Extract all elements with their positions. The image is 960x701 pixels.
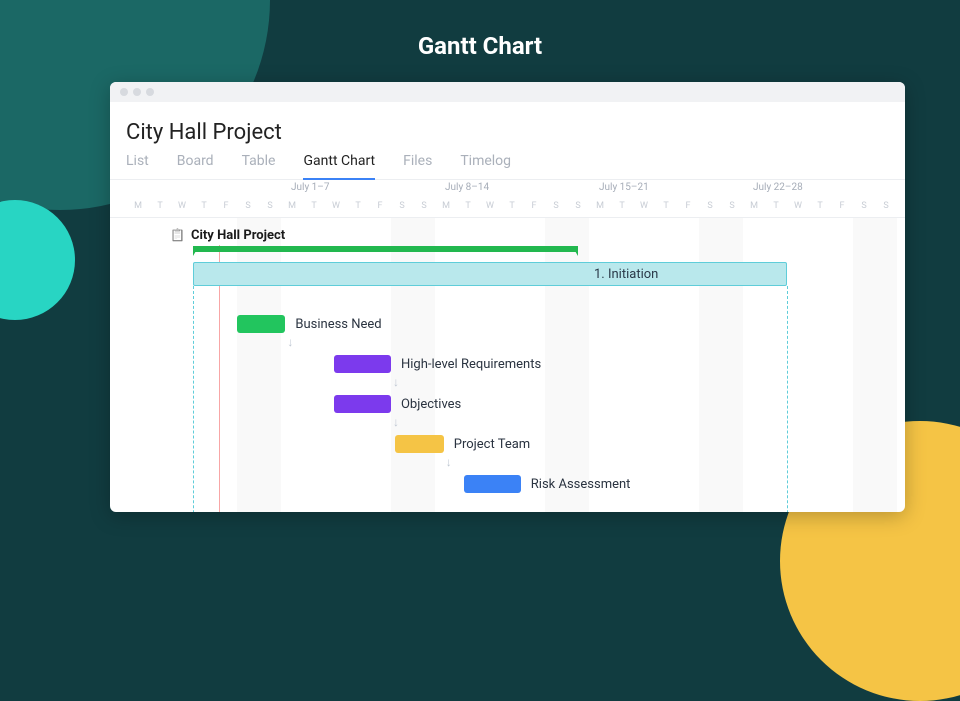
tab-files[interactable]: Files (403, 153, 432, 179)
bg-decor-circle-teal (0, 200, 75, 320)
day-header: F (215, 201, 237, 211)
task-row: Objectives (334, 393, 461, 415)
task-row: Project Team (395, 433, 530, 455)
phase-boundary-line (193, 286, 194, 512)
weekend-column (853, 218, 875, 512)
tab-list[interactable]: List (126, 153, 149, 179)
task-label: Objectives (401, 397, 461, 412)
app-window: City Hall Project List Board Table Gantt Ch… (110, 82, 905, 512)
gantt-body[interactable]: › City Hall Project1. InitiationBusiness… (110, 218, 905, 512)
dependency-arrow-icon: ↓ (391, 375, 401, 389)
day-header: F (369, 201, 391, 211)
day-header: S (853, 201, 875, 211)
week-label: July 15–21 (599, 182, 649, 193)
day-header: S (567, 201, 589, 211)
project-title: City Hall Project (110, 102, 905, 153)
day-header: T (765, 201, 787, 211)
task-label: Business Need (295, 317, 381, 332)
task-bar[interactable] (334, 395, 391, 413)
day-header: S (545, 201, 567, 211)
day-header: M (127, 201, 149, 211)
task-label: Risk Assessment (531, 477, 631, 492)
task-bar[interactable] (395, 435, 443, 453)
weekend-column (875, 218, 897, 512)
window-control-dot (120, 88, 128, 96)
day-header: M (281, 201, 303, 211)
day-header: S (413, 201, 435, 211)
task-row: High-level Requirements (334, 353, 541, 375)
tab-timelog[interactable]: Timelog (460, 153, 511, 179)
day-header: F (523, 201, 545, 211)
task-bar[interactable] (237, 315, 285, 333)
summary-bar[interactable] (193, 246, 578, 252)
day-header: T (655, 201, 677, 211)
day-header: W (325, 201, 347, 211)
day-header: S (721, 201, 743, 211)
task-label: High-level Requirements (401, 357, 541, 372)
day-header: T (457, 201, 479, 211)
window-titlebar (110, 82, 905, 102)
week-label: July 8–14 (445, 182, 489, 193)
task-bar[interactable] (464, 475, 521, 493)
day-header: M (589, 201, 611, 211)
page-heading: Gantt Chart (0, 32, 960, 60)
day-header: S (237, 201, 259, 211)
day-header: T (303, 201, 325, 211)
phase-bar[interactable]: 1. Initiation (193, 262, 787, 286)
day-header: M (435, 201, 457, 211)
task-label: Project Team (454, 437, 530, 452)
day-header: W (787, 201, 809, 211)
clipboard-icon (170, 228, 185, 243)
window-control-dot (133, 88, 141, 96)
day-header: W (633, 201, 655, 211)
dependency-arrow-icon: ↓ (285, 335, 295, 349)
week-label: July 1–7 (291, 182, 329, 193)
dependency-arrow-icon: ↓ (391, 415, 401, 429)
tab-table[interactable]: Table (242, 153, 276, 179)
day-header: S (259, 201, 281, 211)
timeline-header: July 1–7July 8–14July 15–21July 22–28 MT… (110, 180, 905, 218)
day-header: T (149, 201, 171, 211)
tab-gantt-chart[interactable]: Gantt Chart (303, 153, 375, 179)
tab-bar: List Board Table Gantt Chart Files Timelog (110, 153, 905, 180)
day-header: T (193, 201, 215, 211)
task-row: Risk Assessment (464, 473, 631, 495)
phase-boundary-line (787, 286, 788, 512)
day-header: M (743, 201, 765, 211)
task-bar[interactable] (334, 355, 391, 373)
day-header: T (501, 201, 523, 211)
day-header: W (171, 201, 193, 211)
day-header: T (347, 201, 369, 211)
summary-title: City Hall Project (191, 228, 285, 243)
day-header: S (699, 201, 721, 211)
window-control-dot (146, 88, 154, 96)
dependency-arrow-icon: ↓ (444, 455, 454, 469)
day-header: T (809, 201, 831, 211)
day-header: S (875, 201, 897, 211)
tab-board[interactable]: Board (177, 153, 214, 179)
day-header: W (479, 201, 501, 211)
day-header: T (611, 201, 633, 211)
summary-row: City Hall Project (170, 228, 285, 243)
week-label: July 22–28 (753, 182, 803, 193)
day-header: F (831, 201, 853, 211)
day-header: F (677, 201, 699, 211)
day-header: S (391, 201, 413, 211)
phase-label: 1. Initiation (594, 267, 658, 282)
task-row: Business Need (237, 313, 382, 335)
